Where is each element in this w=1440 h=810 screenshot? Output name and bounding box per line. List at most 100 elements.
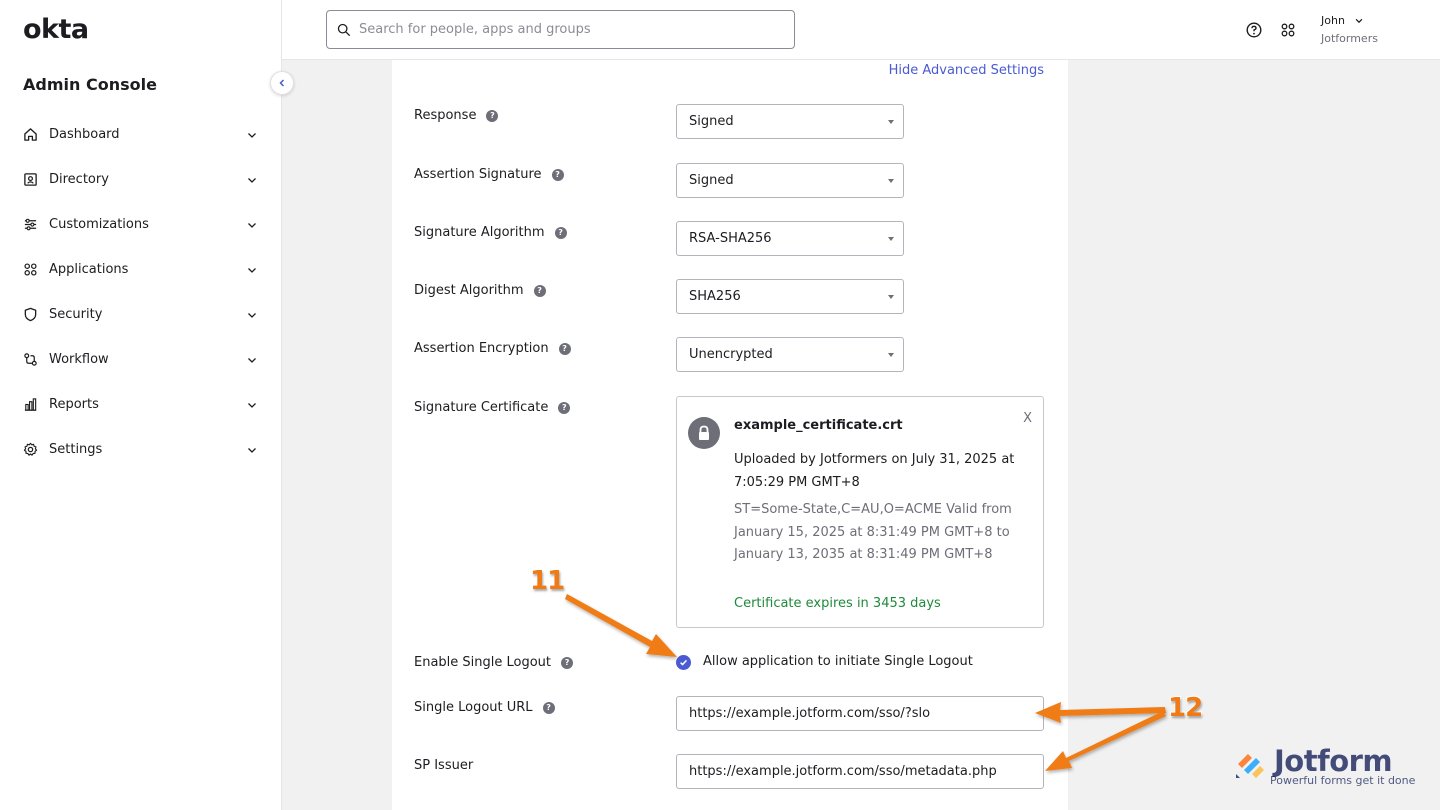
assertion-encryption-label: Assertion Encryption ? [414, 341, 571, 356]
chevron-down-icon [248, 357, 256, 363]
sidebar-item-label: Directory [49, 172, 109, 187]
okta-logo[interactable]: okta [23, 14, 89, 45]
collapse-sidebar-button[interactable] [270, 71, 294, 95]
dropdown-arrow-icon [888, 295, 894, 299]
workflow-icon [22, 352, 38, 368]
selected-value: SHA256 [689, 289, 741, 304]
assertion-signature-select[interactable]: Signed [676, 163, 904, 198]
sidebar-item-label: Settings [49, 442, 103, 457]
field-label: Signature Certificate [414, 400, 549, 415]
digest-algorithm-select[interactable]: SHA256 [676, 279, 904, 314]
signature-algorithm-select[interactable]: RSA-SHA256 [676, 221, 904, 256]
response-label: Response ? [414, 108, 499, 123]
chevron-down-icon [248, 402, 256, 408]
search-input[interactable] [359, 22, 779, 37]
single-logout-checkbox[interactable] [676, 655, 691, 670]
field-label: Assertion Encryption [414, 341, 549, 356]
chevron-down-icon [248, 177, 256, 183]
dropdown-arrow-icon [888, 353, 894, 357]
selected-value: Signed [689, 114, 734, 129]
certificate-upload-info: Uploaded by Jotformers on July 31, 2025 … [734, 452, 1015, 490]
selected-value: Unencrypted [689, 347, 773, 362]
help-tooltip-icon[interactable]: ? [542, 701, 555, 714]
field-label: Response [414, 108, 477, 123]
sp-issuer-label: SP Issuer [414, 758, 473, 773]
chevron-down-icon [248, 312, 256, 318]
jotform-logo-icon [1236, 754, 1264, 778]
checkmark-icon [680, 659, 688, 666]
sidebar-item-label: Reports [49, 397, 99, 412]
selected-value: RSA-SHA256 [689, 231, 772, 246]
single-logout-checkbox-label[interactable]: Allow application to initiate Single Log… [703, 654, 973, 669]
selected-value: Signed [689, 173, 734, 188]
dropdown-arrow-icon [888, 120, 894, 124]
response-select[interactable]: Signed [676, 104, 904, 139]
help-tooltip-icon[interactable]: ? [486, 109, 499, 122]
field-label: Single Logout URL [414, 700, 533, 715]
chevron-down-icon [1355, 18, 1363, 23]
jotform-tagline: Powerful forms get it done [1270, 774, 1416, 787]
signature-certificate-label: Signature Certificate ? [414, 400, 571, 415]
certificate-file-name: example_certificate.crt [734, 418, 903, 433]
user-menu[interactable]: John [1321, 14, 1364, 27]
certificate-expiry: Certificate expires in 3453 days [734, 596, 941, 611]
sidebar-item-customizations[interactable]: Customizations [0, 202, 282, 247]
chevron-left-icon [279, 79, 285, 87]
help-tooltip-icon[interactable]: ? [561, 656, 574, 669]
field-label: SP Issuer [414, 758, 474, 773]
assertion-encryption-select[interactable]: Unencrypted [676, 337, 904, 372]
sp-issuer-input[interactable] [676, 754, 1044, 789]
chevron-down-icon [248, 447, 256, 453]
sliders-icon [22, 217, 38, 233]
sidebar-item-reports[interactable]: Reports [0, 382, 282, 427]
sidebar-item-workflow[interactable]: Workflow [0, 337, 282, 382]
sidebar-item-dashboard[interactable]: Dashboard [0, 112, 282, 157]
field-label: Signature Algorithm [414, 225, 545, 240]
top-bar: John Jotformers [282, 0, 1440, 60]
assertion-signature-label: Assertion Signature ? [414, 167, 564, 182]
field-label: Assertion Signature [414, 167, 542, 182]
help-tooltip-icon[interactable]: ? [554, 226, 567, 239]
sidebar-item-security[interactable]: Security [0, 292, 282, 337]
search-icon [337, 23, 351, 36]
signature-algorithm-label: Signature Algorithm ? [414, 225, 567, 240]
sidebar-item-label: Dashboard [49, 127, 120, 142]
dropdown-arrow-icon [888, 179, 894, 183]
sidebar-item-label: Security [49, 307, 103, 322]
enable-single-logout-label: Enable Single Logout ? [414, 655, 574, 670]
sidebar-item-directory[interactable]: Directory [0, 157, 282, 202]
user-org: Jotformers [1321, 32, 1378, 45]
lock-icon [688, 417, 720, 449]
single-logout-url-input[interactable] [676, 696, 1044, 731]
field-label: Enable Single Logout [414, 655, 552, 670]
applications-icon [22, 262, 38, 278]
advanced-settings-panel: Hide Advanced Settings Response ? Signed… [392, 60, 1068, 810]
directory-icon [22, 172, 38, 188]
help-tooltip-icon[interactable]: ? [558, 342, 571, 355]
help-tooltip-icon[interactable]: ? [551, 168, 564, 181]
jotform-brand: Jotform [1274, 744, 1393, 778]
help-tooltip-icon[interactable]: ? [533, 284, 546, 297]
chevron-down-icon [248, 267, 256, 273]
app-switcher-icon[interactable] [1280, 22, 1296, 38]
hide-advanced-settings-link[interactable]: Hide Advanced Settings [889, 63, 1044, 78]
help-tooltip-icon[interactable]: ? [558, 401, 571, 414]
sidebar-item-label: Workflow [49, 352, 109, 367]
sidebar-item-settings[interactable]: Settings [0, 427, 282, 472]
shield-icon [22, 307, 38, 323]
home-icon [22, 127, 38, 143]
help-icon[interactable] [1246, 22, 1262, 38]
remove-certificate-button[interactable]: X [1023, 411, 1032, 426]
jotform-watermark: Jotform Powerful forms get it done [1234, 744, 1416, 790]
search-box[interactable] [326, 10, 795, 49]
chevron-down-icon [248, 222, 256, 228]
user-name: John [1321, 14, 1345, 27]
chevron-down-icon [248, 132, 256, 138]
gear-icon [22, 442, 38, 458]
step-number-12: 12 [1167, 692, 1204, 724]
sidebar-item-label: Applications [49, 262, 129, 277]
sidebar-nav: Dashboard Directory Customizations Appli… [0, 112, 282, 472]
certificate-details: ST=Some-State,C=AU,O=ACME Valid from Jan… [734, 502, 1012, 562]
sidebar: okta Admin Console Dashboard Directory C… [0, 0, 282, 810]
sidebar-item-applications[interactable]: Applications [0, 247, 282, 292]
